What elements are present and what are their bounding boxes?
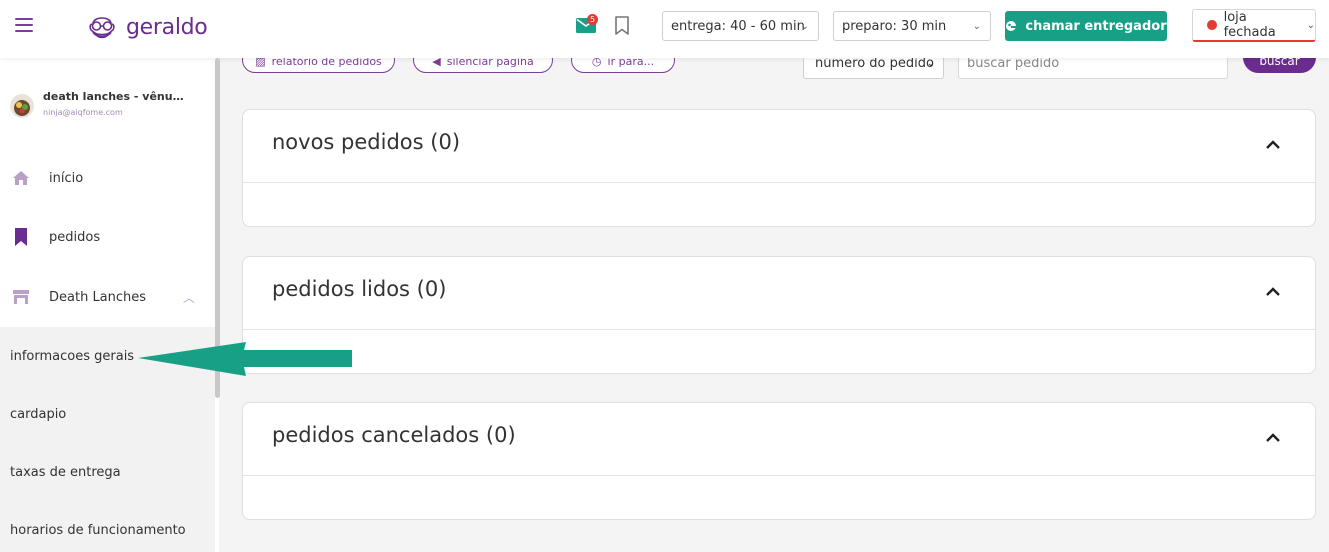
chevron-up-icon[interactable] bbox=[1265, 138, 1281, 150]
annotation-arrow-icon bbox=[138, 342, 352, 376]
panel-title: pedidos cancelados (0) bbox=[272, 423, 516, 447]
sidebar-subitem-horarios[interactable]: horarios de funcionamento bbox=[0, 501, 215, 552]
chevron-up-icon: ︿ bbox=[183, 290, 196, 305]
sidebar-subitem-label: cardapio bbox=[10, 406, 67, 422]
avatar bbox=[10, 94, 34, 118]
chevron-down-icon: ⌄ bbox=[800, 21, 809, 32]
chevron-up-icon[interactable] bbox=[1265, 431, 1281, 443]
entrega-select[interactable]: entrega: 40 - 60 min ⌄ bbox=[662, 11, 819, 41]
sidebar-subitem-label: informacoes gerais bbox=[10, 348, 135, 364]
sidebar-item-label: Death Lanches bbox=[49, 289, 147, 305]
user-email: ninja@aiqfome.com bbox=[43, 108, 123, 117]
sidebar-item-inicio[interactable]: início bbox=[0, 158, 215, 198]
top-bar: geraldo 5 entrega: 40 - 60 min ⌄ preparo… bbox=[0, 0, 1329, 58]
chevron-down-icon: ⌄ bbox=[926, 58, 935, 69]
user-profile[interactable]: death lanches - vênus - ni... ninja@aiqf… bbox=[10, 90, 188, 118]
user-name: death lanches - vênus - ni... bbox=[43, 90, 188, 103]
geraldo-face-icon bbox=[89, 17, 115, 39]
pedidos-cancelados-panel: pedidos cancelados (0) bbox=[242, 402, 1316, 520]
preparo-select[interactable]: preparo: 30 min ⌄ bbox=[833, 11, 991, 41]
sidebar-subitem-cardapio[interactable]: cardapio bbox=[0, 385, 215, 443]
bookmark-icon[interactable] bbox=[614, 16, 630, 36]
bookmark-icon bbox=[15, 228, 27, 246]
panel-header[interactable]: pedidos cancelados (0) bbox=[243, 403, 1315, 476]
entrega-select-value: entrega: 40 - 60 min bbox=[671, 18, 805, 34]
panel-title: novos pedidos (0) bbox=[272, 130, 461, 154]
search-type-value: número do pedido bbox=[815, 56, 934, 71]
pedidos-lidos-panel: pedidos lidos (0) bbox=[242, 256, 1316, 374]
home-icon bbox=[13, 171, 29, 185]
panel-header[interactable]: pedidos lidos (0) bbox=[243, 257, 1315, 330]
chamar-entregador-button[interactable]: chamar entregador bbox=[1005, 11, 1167, 41]
store-icon bbox=[13, 290, 29, 304]
sidebar-item-label: início bbox=[49, 170, 84, 186]
mail-badge: 5 bbox=[587, 14, 598, 25]
novos-pedidos-panel: novos pedidos (0) bbox=[242, 109, 1316, 227]
menu-icon[interactable] bbox=[15, 18, 33, 32]
logo[interactable]: geraldo bbox=[84, 9, 208, 45]
chevron-down-icon: ⌄ bbox=[1306, 19, 1315, 31]
chevron-up-icon[interactable] bbox=[1265, 285, 1281, 297]
status-dot-icon bbox=[1207, 20, 1217, 30]
sidebar-item-label: pedidos bbox=[49, 229, 101, 245]
chamar-entregador-label: chamar entregador bbox=[1025, 18, 1167, 34]
courier-icon bbox=[1006, 21, 1017, 31]
sidebar: death lanches - vênus - ni... ninja@aiqf… bbox=[0, 58, 219, 552]
loja-status-label: loja fechada bbox=[1223, 10, 1276, 40]
logo-text: geraldo bbox=[126, 14, 208, 40]
chevron-down-icon: ⌄ bbox=[972, 21, 981, 32]
panel-header[interactable]: novos pedidos (0) bbox=[243, 110, 1315, 183]
panel-title: pedidos lidos (0) bbox=[272, 277, 447, 301]
sidebar-item-death-lanches[interactable]: Death Lanches ︿ bbox=[0, 277, 215, 317]
sidebar-subitem-label: taxas de entrega bbox=[10, 464, 121, 480]
loja-status-dropdown[interactable]: loja fechada ⌄ bbox=[1192, 9, 1316, 42]
sidebar-subitem-taxas-de-entrega[interactable]: taxas de entrega bbox=[0, 443, 215, 501]
preparo-select-value: preparo: 30 min bbox=[842, 18, 947, 34]
sidebar-item-pedidos[interactable]: pedidos bbox=[0, 217, 215, 257]
sidebar-subitem-label: horarios de funcionamento bbox=[10, 522, 186, 538]
